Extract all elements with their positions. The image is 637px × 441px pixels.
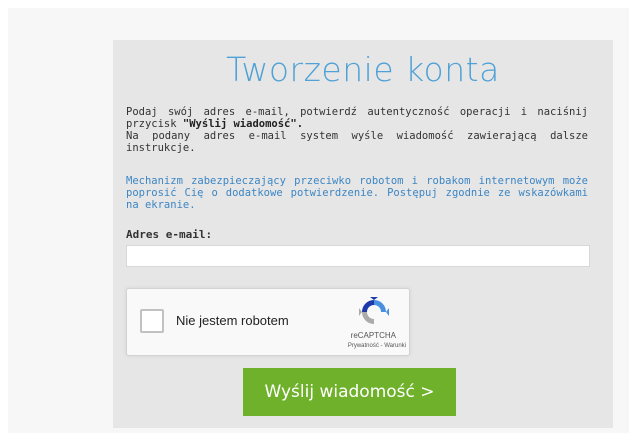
send-message-button[interactable]: Wyślij wiadomość > [243,368,456,416]
intro-button-reference: "Wyślij wiadomość". [182,118,304,130]
captcha-note: Mechanizm zabezpieczający przeciwko robo… [126,175,588,211]
page-title: Tworzenie konta [226,50,500,89]
recaptcha-brand: reCAPTCHA [350,331,396,340]
page-background: Tworzenie konta Podaj swój adres e-mail,… [8,8,629,433]
recaptcha-widget: Nie jestem robotem reCAPTCHA Prywatność … [126,288,410,356]
intro-line-2: Na podany adres e-mail system wyśle wiad… [126,130,588,154]
recaptcha-checkbox[interactable] [140,309,164,333]
email-label: Adres e-mail: [126,228,213,241]
recaptcha-logo-icon [359,297,389,324]
intro-text: Podaj swój adres e-mail, potwierdź auten… [126,106,588,154]
recaptcha-terms-link[interactable]: Warunki [384,343,406,349]
account-panel: Tworzenie konta Podaj swój adres e-mail,… [113,40,613,428]
recaptcha-privacy-link[interactable]: Prywatność [348,343,379,349]
email-field[interactable] [126,245,590,267]
recaptcha-links: Prywatność - Warunki [348,343,406,349]
recaptcha-label: Nie jestem robotem [176,313,289,328]
